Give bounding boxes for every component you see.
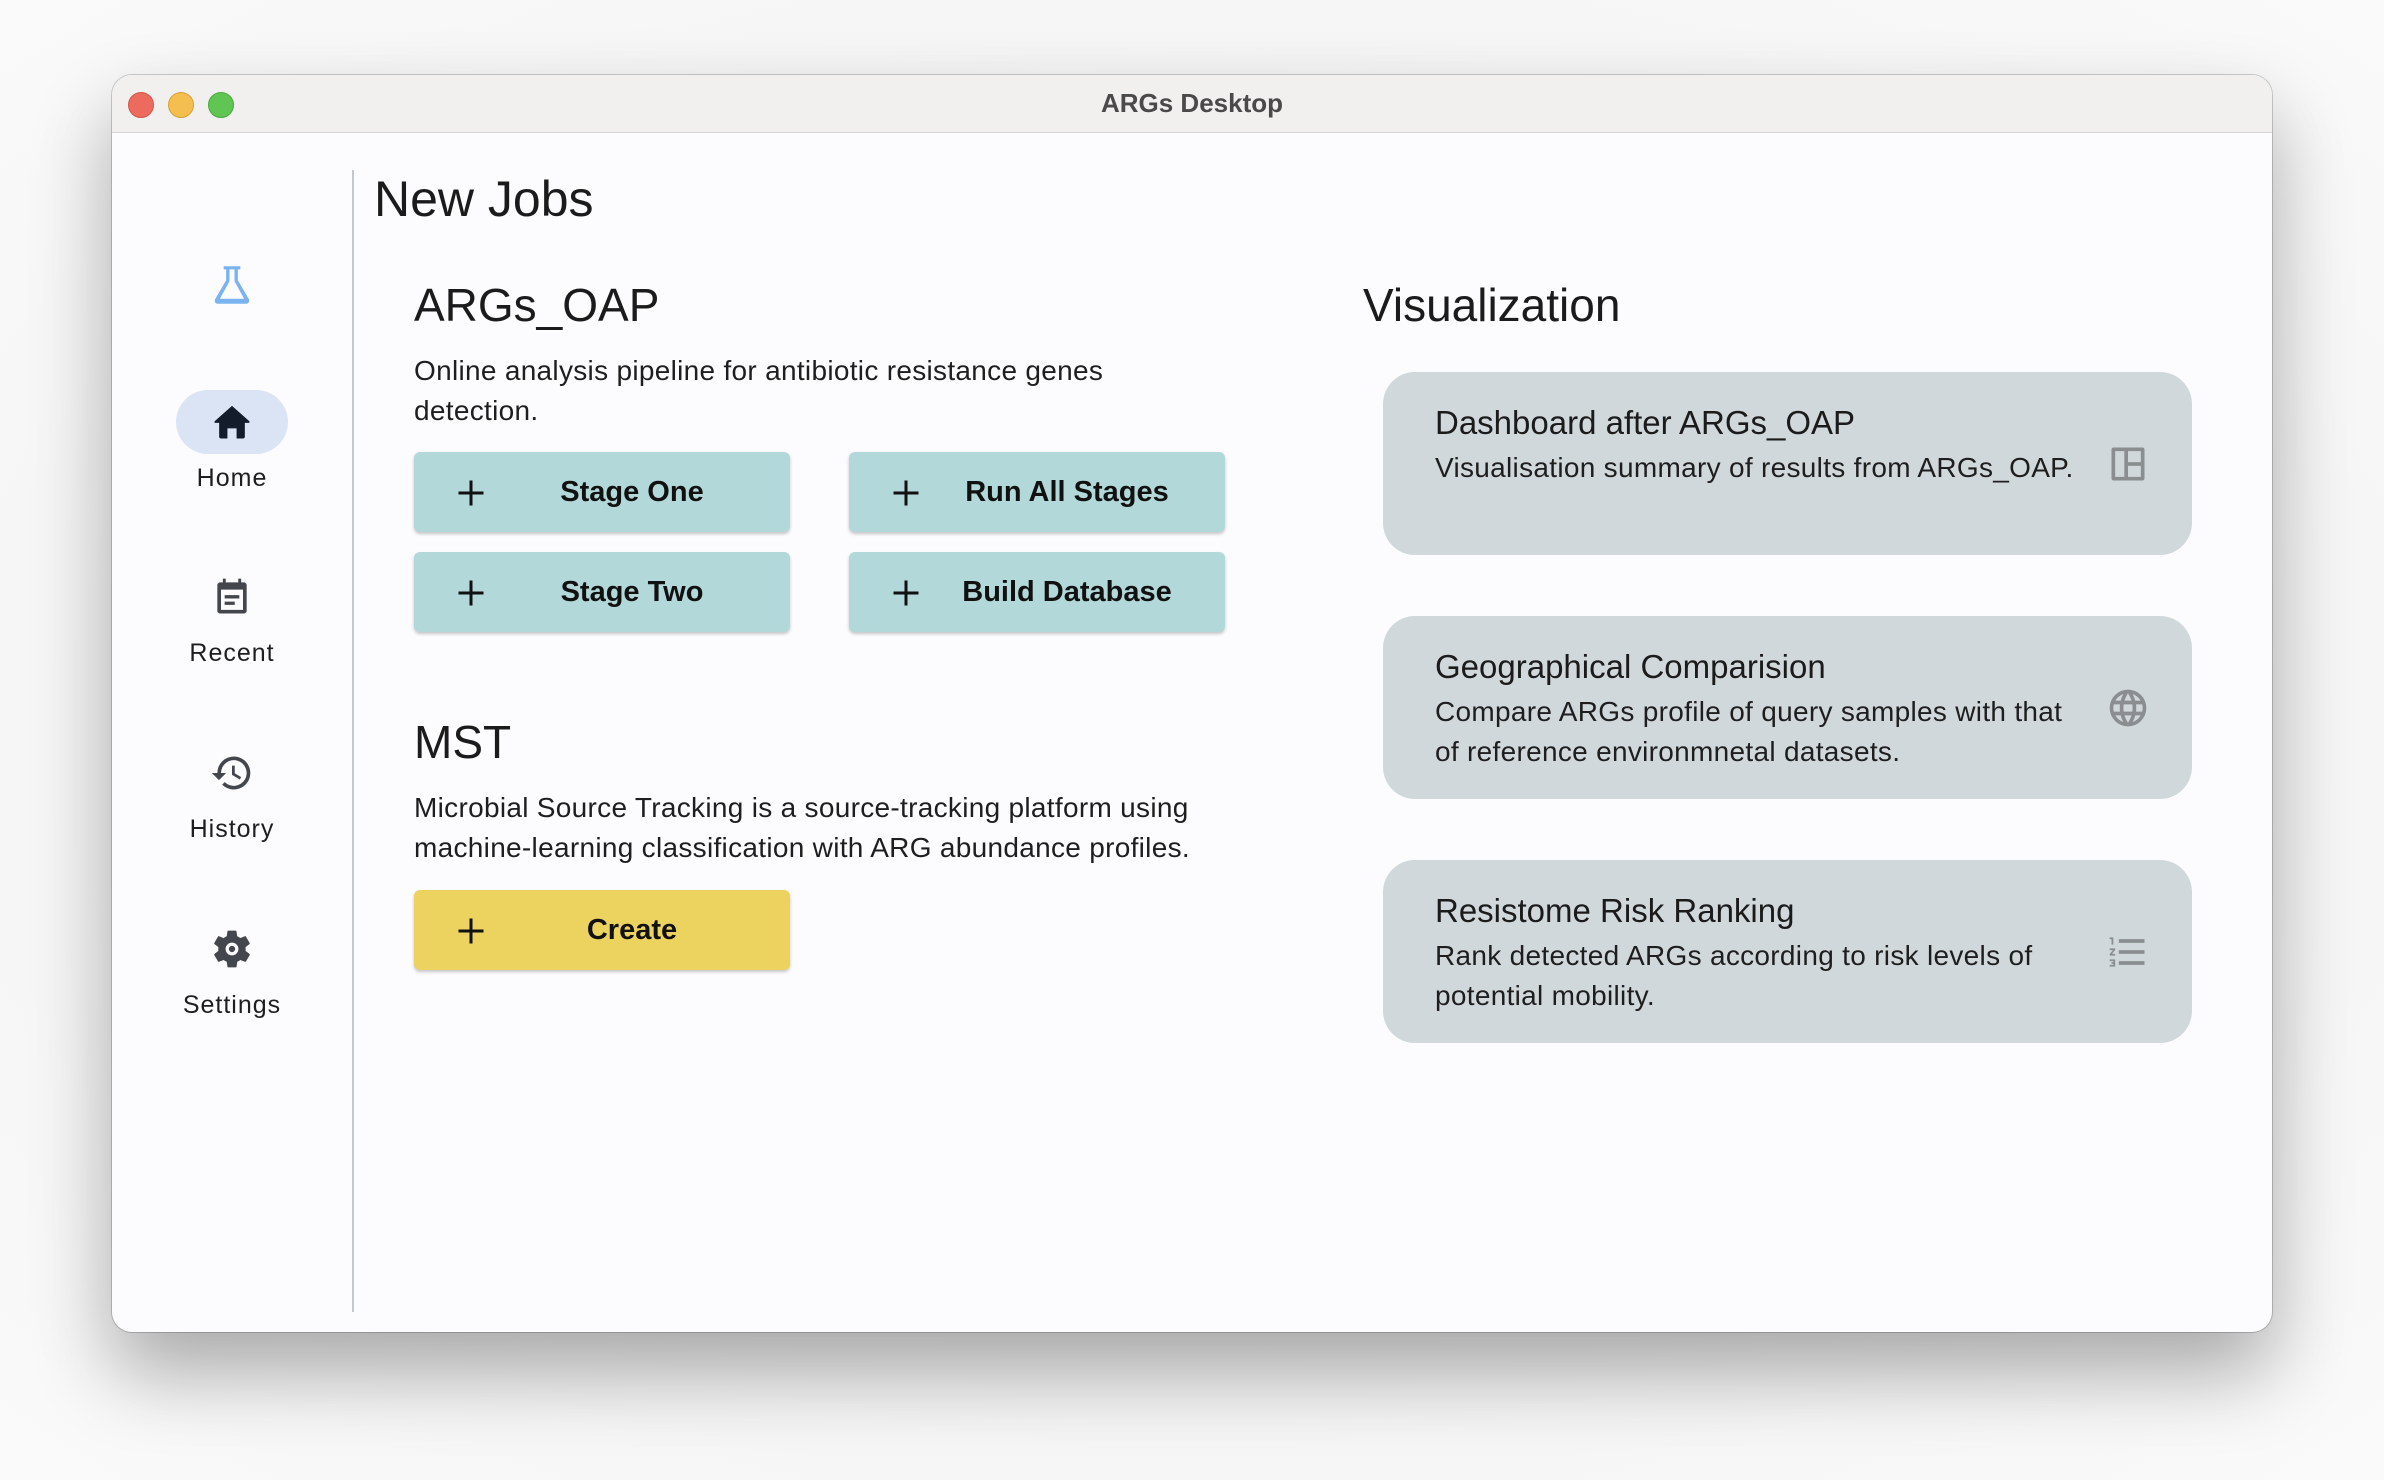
args-oap-description: Online analysis pipeline for antibiotic …	[414, 355, 1104, 426]
viz-card-dashboard[interactable]: Dashboard after ARGs_OAP Visualisation s…	[1383, 372, 2192, 555]
sidebar-item-recent[interactable]: Recent	[112, 565, 352, 668]
nav-history-pill	[176, 741, 288, 805]
viz-card-description: Rank detected ARGs according to risk lev…	[1435, 940, 2033, 1011]
mst-create-label: Create	[586, 913, 678, 946]
visualization-title: Visualization	[1363, 279, 1621, 331]
mst-title: MST	[414, 716, 512, 768]
calendar-note-icon	[217, 578, 247, 614]
sidebar-divider	[352, 170, 354, 1312]
nav-recent-pill	[176, 565, 288, 629]
build-database-button[interactable]: Build Database	[849, 552, 1225, 632]
nav-settings-pill	[176, 917, 288, 981]
stage-one-label: Stage One	[560, 475, 704, 508]
app-window: ARGs Desktop Home Recent History Setting…	[112, 75, 2272, 1332]
sidebar: Home Recent History Settings	[112, 132, 352, 1332]
stage-two-button[interactable]: Stage Two	[414, 552, 790, 632]
nav-label-recent: Recent	[189, 639, 275, 667]
build-database-label: Build Database	[962, 575, 1172, 608]
nav-home-pill	[176, 390, 288, 454]
mst-create-button[interactable]: Create	[414, 890, 790, 970]
mst-description: Microbial Source Tracking is a source-tr…	[414, 792, 1190, 863]
numbered-list-icon	[2109, 937, 2145, 967]
sidebar-item-home[interactable]: Home	[112, 390, 352, 493]
window-title: ARGs Desktop	[1100, 88, 1284, 118]
stage-two-label: Stage Two	[560, 575, 704, 608]
nav-label-history: History	[189, 815, 275, 843]
page-title: New Jobs	[374, 171, 594, 227]
viz-card-risk-ranking[interactable]: Resistome Risk Ranking Rank detected ARG…	[1383, 860, 2192, 1043]
title-bar: ARGs Desktop	[112, 75, 2272, 133]
gear-icon	[214, 930, 250, 968]
history-icon	[211, 756, 251, 790]
nav-label-home: Home	[196, 464, 268, 492]
sidebar-item-settings[interactable]: Settings	[112, 917, 352, 1020]
viz-card-description: Visualisation summary of results from AR…	[1435, 452, 2074, 483]
home-icon	[214, 405, 250, 439]
viz-card-geographical[interactable]: Geographical Comparision Compare ARGs pr…	[1383, 616, 2192, 799]
stage-one-button[interactable]: Stage One	[414, 452, 790, 532]
run-all-stages-label: Run All Stages	[965, 475, 1169, 508]
viz-card-description: Compare ARGs profile of query samples wi…	[1435, 696, 2063, 767]
sidebar-item-history[interactable]: History	[112, 741, 352, 844]
args-oap-title: ARGs_OAP	[414, 279, 660, 331]
run-all-stages-button[interactable]: Run All Stages	[849, 452, 1225, 532]
nav-label-settings: Settings	[182, 991, 282, 1019]
viz-card-title: Dashboard after ARGs_OAP	[1435, 404, 1856, 441]
flask-icon	[214, 266, 250, 304]
viz-card-title: Geographical Comparision	[1435, 648, 1826, 685]
viz-card-title: Resistome Risk Ranking	[1435, 892, 1795, 929]
globe-icon	[2109, 689, 2147, 727]
dashboard-layout-icon	[2111, 447, 2145, 481]
